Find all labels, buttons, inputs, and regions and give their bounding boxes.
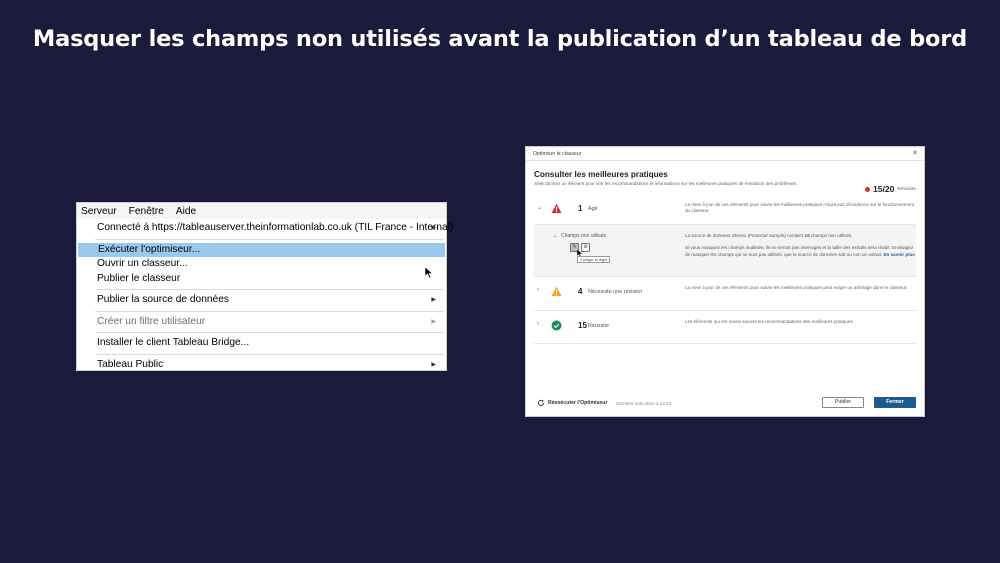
menu-item-publish-datasource[interactable]: Publier la source de données ▶ <box>77 293 446 308</box>
menubar-help[interactable]: Aide <box>176 206 196 217</box>
submenu-arrow-icon: ▶ <box>431 361 436 368</box>
desc-contains: contient <box>787 233 804 238</box>
item-description: La mise à jour de ces éléments pour suiv… <box>685 202 915 214</box>
list-item-passed[interactable]: › 15 Réussite Les éléments qui ont réuss… <box>534 311 916 344</box>
last-run-text: Dernière exécution à 14:23 <box>616 400 672 406</box>
menu-item-publish-workbook[interactable]: Publier le classeur <box>77 272 446 287</box>
chevron-right-icon[interactable]: › <box>537 287 539 293</box>
menu-item-create-user-filter: Créer un filtre utilisateur ▶ <box>77 315 446 330</box>
item-description: La mise à jour de ces éléments pour suiv… <box>685 285 908 290</box>
menu-item-connected[interactable]: Connecté à https://tableauserver.theinfo… <box>77 221 453 236</box>
rerun-optimizer-link[interactable]: Réexécuter l'Optimiseur <box>548 400 607 406</box>
datasource-name: Sheet1 (Financial Sample) <box>731 233 786 238</box>
best-practice-list: ⌄ 1 Agir La mise à jour de ces éléments … <box>534 194 916 344</box>
menu-item-install-bridge[interactable]: Installer le client Tableau Bridge... <box>77 336 446 351</box>
close-button[interactable]: Fermer <box>874 397 916 408</box>
dialog-titlebar: Optimiser le classeur ✕ <box>526 147 924 161</box>
server-menu: Connecté à https://tableauserver.theinfo… <box>77 221 453 373</box>
menu-item-tableau-public[interactable]: Tableau Public ▶ <box>77 358 446 373</box>
item-category: Agir <box>588 205 598 212</box>
menu-item-label: Exécuter l'optimiseur... <box>98 243 201 255</box>
sub-item-unused-fields[interactable]: ⌄ Champs non utilisés ✎ ⊘ Corriger la rè… <box>534 224 916 276</box>
warning-icon <box>551 286 562 297</box>
submenu-arrow-icon: ▶ <box>431 225 436 231</box>
list-item-needs-review[interactable]: › 4 Nécessite une révision La mise à jou… <box>534 277 916 311</box>
list-item-take-action[interactable]: ⌄ 1 Agir La mise à jour de ces éléments … <box>534 194 916 277</box>
item-count: 4 <box>578 287 583 296</box>
item-category: Nécessite une révision <box>588 288 643 295</box>
chevron-down-icon[interactable]: ⌄ <box>553 233 557 239</box>
menubar-window[interactable]: Fenêtre <box>129 206 164 217</box>
chevron-right-icon[interactable]: › <box>537 321 539 327</box>
menu-separator <box>95 310 444 312</box>
item-count: 1 <box>578 204 583 213</box>
dialog-footer: Réexécuter l'Optimiseur Dernière exécuti… <box>534 396 916 410</box>
menu-separator <box>95 289 444 290</box>
menu-item-label: Publier la source de données <box>97 294 229 305</box>
dialog-subheading: Sélectionnez un élément pour voir les re… <box>534 181 798 186</box>
unused-count: 16 <box>804 233 810 238</box>
publish-button[interactable]: Publier <box>822 397 864 408</box>
chevron-down-icon[interactable]: ⌄ <box>537 204 542 211</box>
item-count: 15 <box>578 321 587 330</box>
optimizer-dialog: Optimiser le classeur ✕ Consulter les me… <box>525 146 925 417</box>
slide-title: Masquer les champs non utilisés avant la… <box>32 26 968 52</box>
check-circle-icon <box>551 320 562 331</box>
dialog-window-title: Optimiser le classeur <box>533 151 582 157</box>
menu-item-label: Créer un filtre utilisateur <box>97 315 206 327</box>
menu-item-open-workbook[interactable]: Ouvrir un classeur... <box>77 257 446 272</box>
server-menu-screenshot: Serveur Fenêtre Aide Connecté à https://… <box>76 202 453 373</box>
menu-item-label: Installer le client Tableau Bridge... <box>97 337 250 348</box>
desc-prefix: La source de données <box>685 233 731 238</box>
sub-item-description: La source de données Sheet1 (Financial S… <box>685 233 917 258</box>
sub-item-title: Champs non utilisés <box>561 233 607 239</box>
error-dot-icon <box>865 186 871 192</box>
tooltip: Corriger la règle <box>577 256 611 263</box>
score-summary: 15/20 Réussite <box>865 184 916 194</box>
menu-separator <box>95 332 444 333</box>
menu-item-label: Ouvrir un classeur... <box>97 258 188 269</box>
score-label: Réussite <box>897 186 916 192</box>
menu-item-label: Tableau Public <box>97 358 164 370</box>
dialog-heading: Consulter les meilleures pratiques <box>534 170 668 179</box>
close-icon[interactable]: ✕ <box>912 147 918 161</box>
refresh-icon <box>538 399 545 406</box>
submenu-arrow-icon: ▶ <box>431 297 436 303</box>
submenu-arrow-icon: ▶ <box>431 318 436 325</box>
menubar-server[interactable]: Serveur <box>81 206 117 217</box>
mouse-cursor-icon <box>425 267 434 279</box>
menu-separator <box>95 353 444 355</box>
learn-more-link[interactable]: En savoir plus <box>883 252 914 257</box>
desc-detail: Si vous masquez les champs inutilisés, i… <box>685 245 914 257</box>
score-value: 15/20 <box>873 184 895 194</box>
menu-item-run-optimizer[interactable]: Exécuter l'optimiseur... <box>78 242 445 257</box>
item-category: Réussite <box>588 322 609 329</box>
error-warning-icon <box>551 203 562 214</box>
menu-item-label: Publier le classeur <box>97 272 181 284</box>
item-description: Les éléments qui ont réussi suivent les … <box>685 319 855 324</box>
menu-separator <box>95 238 444 240</box>
desc-suffix: champs non utilisés. <box>810 233 853 238</box>
menubar: Serveur Fenêtre Aide <box>77 203 446 219</box>
menu-item-label: Connecté à https://tableauserver.theinfo… <box>97 222 454 233</box>
